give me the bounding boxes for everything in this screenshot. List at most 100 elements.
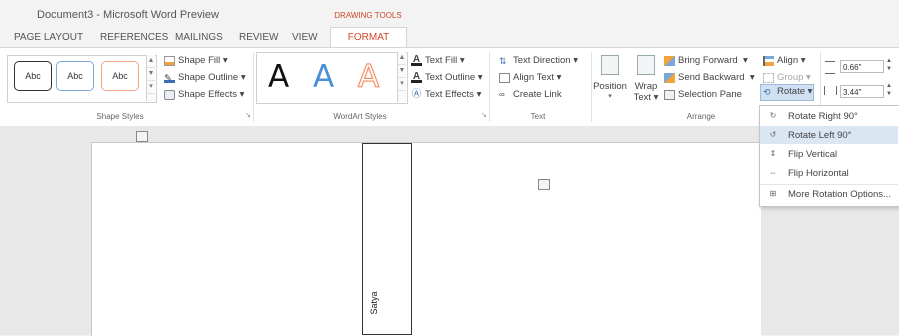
align-label: Align <box>777 55 799 66</box>
dropdown-arrow-icon: ▾ <box>220 55 228 66</box>
align-button[interactable]: Align ▾ <box>763 55 806 66</box>
dropdown-arrow-icon: ▾ <box>238 72 246 83</box>
shape-fill-label: Shape Fill <box>178 55 221 66</box>
menu-item-rotate-left[interactable]: ↺ Rotate Left 90° <box>760 126 898 144</box>
shape-style-preset-2[interactable]: Abc <box>56 61 94 91</box>
text-outline-button[interactable]: A Text Outline ▾ <box>411 71 483 83</box>
shape-width-icon <box>824 86 837 95</box>
selection-pane-button[interactable]: Selection Pane <box>664 89 742 100</box>
create-link-button[interactable]: ∞ Create Link <box>499 89 562 100</box>
rotate-right-icon: ↻ <box>769 111 777 120</box>
dialog-launcher-icon[interactable]: ↘ <box>245 111 251 119</box>
position-icon <box>601 55 619 75</box>
bring-forward-label: Bring Forward <box>678 55 738 66</box>
position-button[interactable]: Position ▾ <box>593 53 627 103</box>
align-text-button[interactable]: Align Text ▾ <box>499 72 561 83</box>
dialog-launcher-icon[interactable]: ↘ <box>481 111 487 119</box>
text-direction-icon: ⇅ <box>499 55 507 66</box>
send-backward-button[interactable]: Send Backward ▾ <box>664 72 755 83</box>
text-group-label: Text <box>530 112 546 121</box>
tab-view[interactable]: VIEW <box>292 32 318 43</box>
wrap-text-button[interactable]: Wrap Text ▾ <box>631 53 661 103</box>
document-page[interactable] <box>91 142 761 336</box>
shape-style-preset-1[interactable]: Abc <box>14 61 52 91</box>
menu-item-more-rotation-options[interactable]: ⊞ More Rotation Options... <box>760 184 898 203</box>
gallery-up-icon[interactable]: ▲ <box>398 52 406 65</box>
link-icon: ∞ <box>499 89 505 99</box>
gallery-more-icon[interactable]: ▾ <box>147 81 155 94</box>
align-text-icon <box>499 72 510 83</box>
width-spinner-icon[interactable]: ▲ ▼ <box>886 82 892 98</box>
position-label: Position <box>593 81 627 92</box>
tab-review[interactable]: REVIEW <box>239 32 278 43</box>
dropdown-arrow-icon: ▾ <box>798 55 806 66</box>
menu-item-label: Flip Horizontal <box>788 167 849 179</box>
bring-forward-button[interactable]: Bring Forward ▾ <box>664 55 748 66</box>
text-box-content[interactable]: Satya <box>369 283 379 323</box>
shape-outline-label: Shape Outline <box>178 72 239 83</box>
text-effects-button[interactable]: Ⓐ Text Effects ▾ <box>411 89 482 100</box>
dropdown-arrow-icon: ▾ <box>737 55 748 66</box>
tab-format[interactable]: FORMAT <box>330 27 407 48</box>
dropdown-arrow-icon: ▾ <box>236 89 245 100</box>
menu-item-flip-vertical[interactable]: ⇕ Flip Vertical <box>760 145 898 163</box>
align-icon <box>763 55 774 66</box>
wordart-style-orange[interactable]: A <box>357 60 379 95</box>
gallery-down-icon[interactable]: ▼ <box>398 65 406 78</box>
rotate-button[interactable]: ⟲ Rotate ▾ <box>763 86 812 97</box>
menu-item-label: Rotate Right 90° <box>788 110 858 122</box>
group-separator <box>253 52 254 122</box>
arrange-group-label: Arrange <box>686 112 716 121</box>
dropdown-arrow-icon: ▾ <box>608 93 612 100</box>
bring-forward-icon <box>664 55 675 66</box>
rotate-left-icon: ↺ <box>769 130 777 139</box>
dropdown-arrow-icon: ▾ <box>570 55 578 66</box>
menu-item-flip-horizontal[interactable]: ⇔ Flip Horizontal <box>760 164 898 182</box>
shape-effects-button[interactable]: Shape Effects ▾ <box>164 89 244 100</box>
flip-vertical-icon: ⇕ <box>769 149 777 158</box>
wordart-style-blue[interactable]: A <box>313 60 334 94</box>
dropdown-arrow-icon: ▾ <box>475 72 483 83</box>
dropdown-arrow-icon: ▾ <box>473 89 482 100</box>
group-button[interactable]: Group ▾ <box>763 72 811 83</box>
tab-mailings[interactable]: MAILINGS <box>175 32 223 43</box>
shape-fill-button[interactable]: Shape Fill ▾ <box>164 55 228 66</box>
wordart-gallery-scroll[interactable]: ▲ ▼ ▾ <box>397 52 406 102</box>
tab-references[interactable]: REFERENCES <box>100 32 168 43</box>
gallery-down-icon[interactable]: ▼ <box>147 68 155 81</box>
shape-effects-icon <box>164 89 175 100</box>
dropdown-arrow-icon: ▾ <box>744 72 755 83</box>
wordart-styles-group-label: WordArt Styles <box>333 112 387 121</box>
text-direction-button[interactable]: ⇅ Text Direction ▾ <box>499 55 578 66</box>
height-spinner-icon[interactable]: ▲ ▼ <box>886 57 892 73</box>
send-backward-label: Send Backward <box>678 72 745 83</box>
menu-item-rotate-right[interactable]: ↻ Rotate Right 90° <box>760 107 898 125</box>
shape-style-preset-3[interactable]: Abc <box>101 61 139 91</box>
dropdown-arrow-icon: ▾ <box>554 72 562 83</box>
text-fill-button[interactable]: A Text Fill ▾ <box>411 54 465 66</box>
more-options-icon: ⊞ <box>769 189 777 198</box>
text-direction-label: Text Direction <box>513 55 571 66</box>
group-separator <box>591 52 592 122</box>
layout-options-icon[interactable] <box>538 179 550 190</box>
shape-height-input[interactable]: 0.66" <box>840 60 884 73</box>
tab-page-layout[interactable]: PAGE LAYOUT <box>14 32 83 43</box>
group-icon <box>763 72 774 83</box>
contextual-tab-group-label: DRAWING TOOLS <box>334 11 402 20</box>
create-link-label: Create Link <box>513 89 562 100</box>
gallery-more-icon[interactable]: ▾ <box>398 78 406 91</box>
paint-bucket-icon <box>164 55 175 66</box>
group-label: Group <box>777 72 804 83</box>
gallery-up-icon[interactable]: ▲ <box>147 55 155 68</box>
menu-item-label: Flip Vertical <box>788 148 838 160</box>
shape-styles-gallery-scroll[interactable]: ▲ ▼ ▾ <box>146 55 155 101</box>
shape-height-icon <box>825 61 835 74</box>
send-backward-icon <box>664 72 675 83</box>
layout-options-icon[interactable] <box>136 131 148 142</box>
wrap-text-label-line2: Text <box>633 92 651 103</box>
wordart-style-black[interactable]: A <box>268 60 289 94</box>
shape-width-input[interactable]: 3.44" <box>840 85 884 98</box>
menu-item-label: Rotate Left 90° <box>788 129 852 141</box>
pencil-icon: ✎ <box>164 73 175 84</box>
shape-outline-button[interactable]: ✎ Shape Outline ▾ <box>164 72 246 84</box>
